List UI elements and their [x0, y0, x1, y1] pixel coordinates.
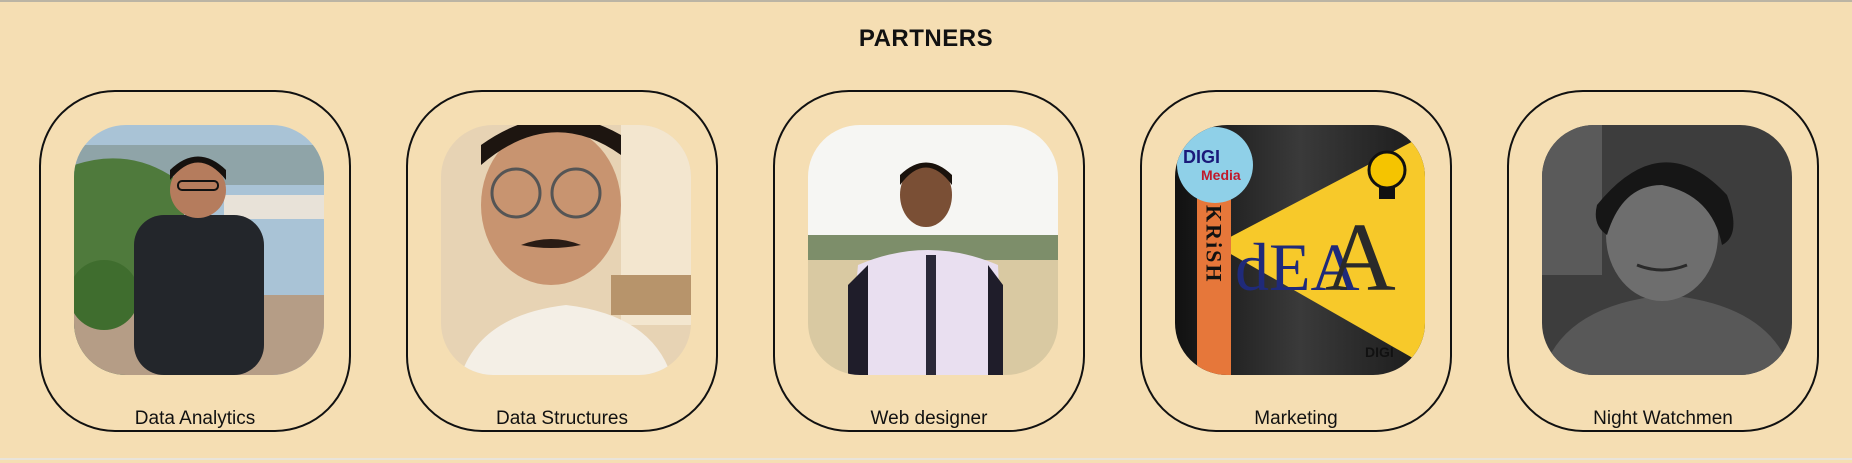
logo-word-big: A: [1325, 204, 1396, 312]
partner-photo: [441, 125, 691, 375]
logo-mark: DIGI: [1365, 344, 1394, 360]
top-divider: [0, 0, 1852, 2]
partner-card[interactable]: Data Structures: [406, 90, 718, 432]
partner-photo: [1542, 125, 1792, 375]
partner-role: Marketing: [1254, 408, 1338, 429]
logo-badge-top: DIGI: [1183, 147, 1220, 167]
partner-role: Web designer: [870, 408, 988, 429]
logo-badge-bottom: Media: [1201, 167, 1241, 183]
section-title: PARTNERS: [858, 25, 994, 52]
bottom-divider: [0, 458, 1852, 460]
logo-vertical-name: KRiSH: [1202, 205, 1227, 283]
partner-photo: [74, 125, 324, 375]
partner-card[interactable]: Night Watchmen: [1507, 90, 1819, 432]
partner-logo: DIGI Media KRiSH dEA A DIGI: [1175, 125, 1425, 375]
partner-role: Night Watchmen: [1593, 408, 1733, 429]
partner-card[interactable]: Data Analytics: [39, 90, 351, 432]
partner-photo: [808, 125, 1058, 375]
partner-card[interactable]: Web designer: [773, 90, 1085, 432]
partner-role: Data Structures: [496, 408, 628, 429]
partner-card[interactable]: DIGI Media KRiSH dEA A DIGI Marketing: [1140, 90, 1452, 432]
partner-role: Data Analytics: [134, 408, 256, 429]
